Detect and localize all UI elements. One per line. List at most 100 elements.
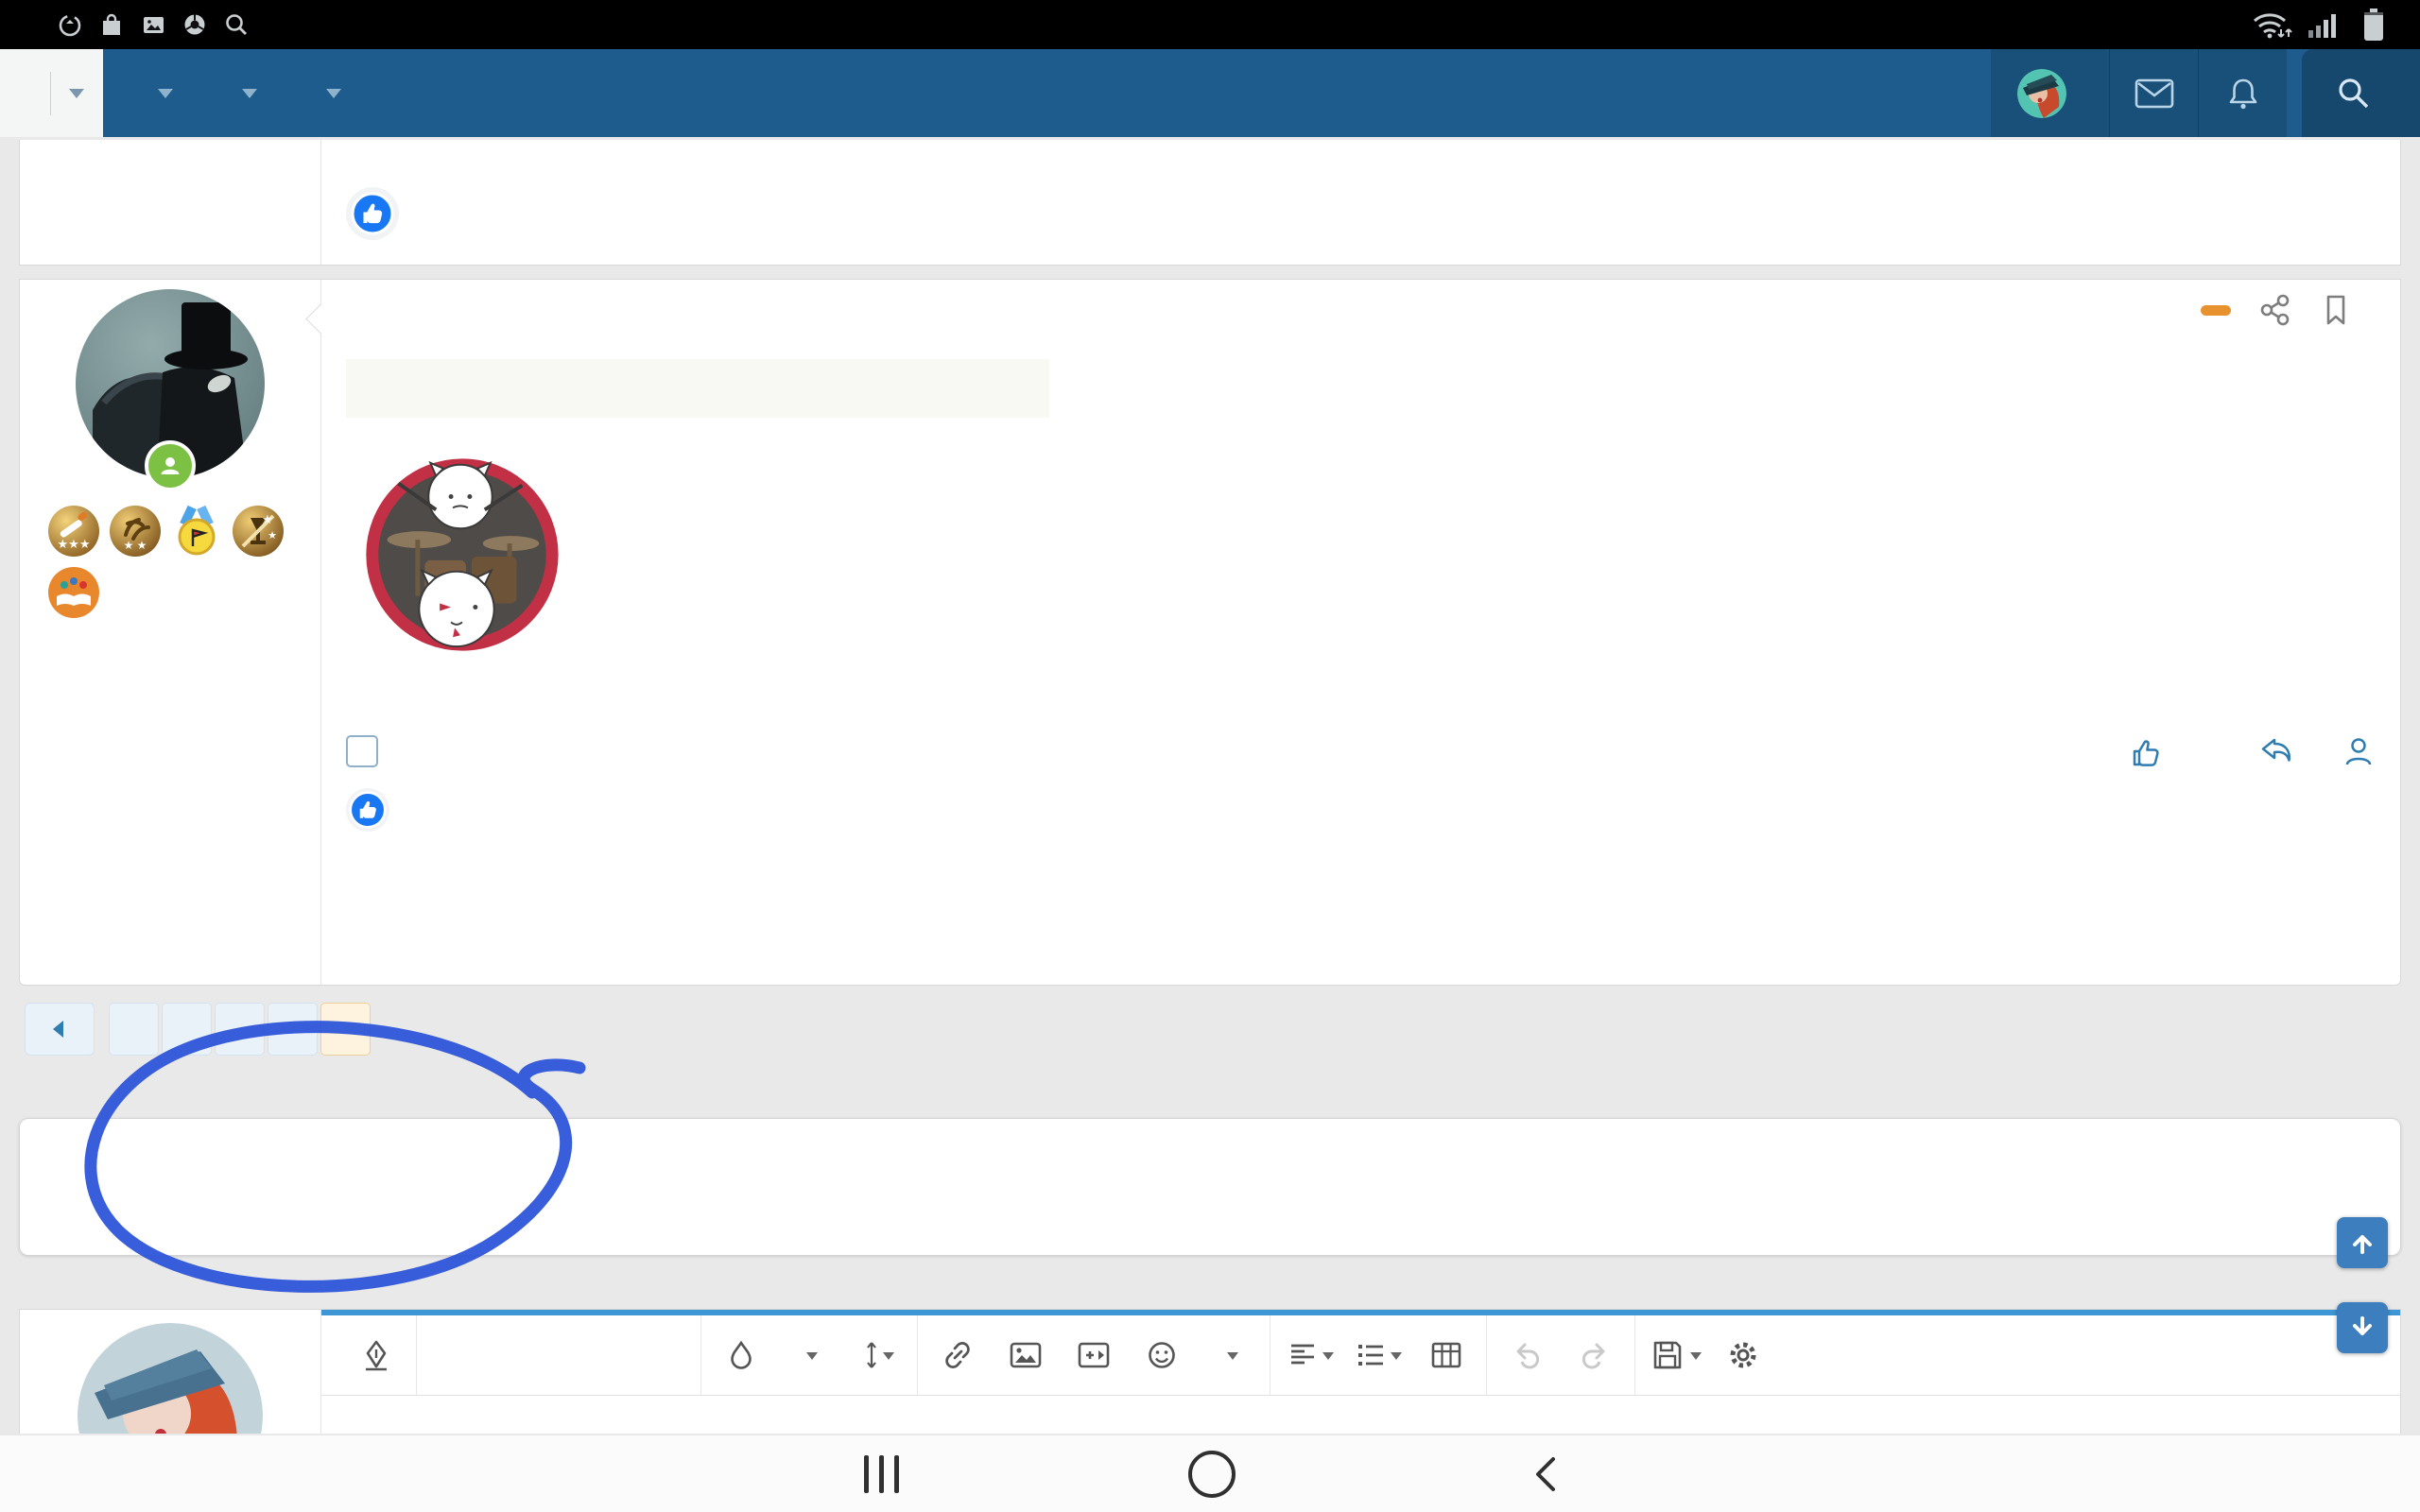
list-button[interactable] [1344,1326,1412,1384]
nav-bar [0,49,2420,137]
tab-want-to-smoke[interactable] [369,49,424,137]
recents-icon [864,1455,899,1493]
bookmark-icon[interactable] [2320,293,2352,327]
like-badge-icon [346,187,399,240]
medal-book-club-icon [47,566,100,619]
page-4-button[interactable] [268,1003,318,1056]
font-color-button[interactable] [775,1326,843,1384]
post-96: ★★★ ★ ★ ★★ [19,279,2401,986]
gear-icon [1725,1337,1761,1373]
home-icon [1188,1451,1236,1498]
chevron-down-icon[interactable] [69,89,84,106]
shopping-bag-icon [98,11,125,38]
svg-text:★: ★ [268,530,277,541]
undo-icon [1509,1337,1545,1373]
medal-flag-icon [170,505,223,558]
signature-counter [346,359,1049,418]
author-stats [46,640,305,644]
person-icon[interactable] [2342,734,2376,768]
underline-button[interactable] [559,1326,627,1384]
page-3-button[interactable] [215,1003,265,1056]
previous-post-partial [19,140,2401,266]
redo-button[interactable] [1561,1326,1629,1384]
select-post-checkbox[interactable] [346,735,378,767]
back-button[interactable] [1480,1435,1613,1512]
rich-text-editor [321,1310,2400,1434]
table-icon [1429,1338,1463,1372]
svg-text:★: ★ [262,512,273,526]
insert-link-button[interactable] [924,1326,992,1384]
pen-nib-icon [358,1337,394,1373]
post-author-sidebar: ★★★ ★ ★ ★★ [20,280,321,985]
floppy-icon [1650,1337,1685,1373]
envelope-icon [2134,77,2175,110]
medal-no-alcohol-icon: ★★ [232,505,285,558]
bold-button[interactable] [423,1326,491,1384]
redo-icon [1577,1337,1613,1373]
account-menu[interactable] [1991,49,2109,137]
page-5-button-current[interactable] [320,1003,371,1056]
link-icon [940,1337,976,1373]
reply-editor-block [19,1309,2401,1434]
italic-button[interactable] [491,1326,559,1384]
like-summary[interactable] [346,187,2379,240]
avatar[interactable] [2017,69,2066,118]
page-1-button[interactable] [109,1003,159,1056]
share-icon[interactable] [2258,293,2292,327]
list-icon [1356,1340,1386,1370]
page-2-button[interactable] [162,1003,212,1056]
arrow-up-icon [2346,1227,2378,1259]
pagination [25,1003,2401,1056]
avatar[interactable] [78,1323,263,1434]
tab-whats-new[interactable] [116,49,200,137]
scroll-to-top-button[interactable] [2337,1217,2388,1268]
back-chevron-icon [1528,1453,1565,1495]
pagination-back-button[interactable] [25,1003,95,1056]
search-status-icon [223,11,250,38]
text-color-button[interactable] [707,1326,775,1384]
font-size-button[interactable] [843,1326,911,1384]
editor-settings-button[interactable] [1709,1326,1777,1384]
android-nav-bar [0,1435,2420,1512]
search-button[interactable] [2302,49,2420,137]
bell-icon [2225,76,2261,112]
insert-media-button[interactable] [1060,1326,1128,1384]
tab-forums[interactable] [0,49,103,137]
like-button[interactable] [2128,733,2173,769]
chevron-down-icon [806,1352,818,1366]
chevron-down-icon [326,89,341,106]
messages-button[interactable] [2109,49,2198,137]
post-header [346,293,2379,327]
editor-text-area[interactable] [321,1396,2400,1434]
post-sidebar [20,140,321,265]
wifi-icon [2252,9,2295,41]
smilies-button[interactable] [1128,1326,1196,1384]
remove-format-button[interactable] [342,1326,410,1384]
arrow-down-icon [2346,1312,2378,1344]
recents-button[interactable] [815,1435,947,1512]
scroll-to-bottom-button[interactable] [2337,1302,2388,1353]
alignment-button[interactable] [1276,1326,1344,1384]
tab-media[interactable] [200,49,285,137]
editor-toolbar [321,1315,2400,1396]
avatar[interactable] [76,289,265,478]
chevron-down-icon [1391,1352,1402,1366]
signature-badge-image [346,438,2379,663]
home-button[interactable] [1146,1435,1278,1512]
drafts-button[interactable] [1641,1326,1709,1384]
tab-users[interactable] [285,49,369,137]
new-badge [2201,305,2231,316]
insert-image-button[interactable] [992,1326,1060,1384]
strikethrough-button[interactable] [627,1326,695,1384]
post-content [321,280,2400,985]
svg-text:★ ★: ★ ★ [124,539,147,552]
reply-button[interactable] [2258,733,2304,769]
like-summary[interactable] [346,788,2379,832]
more-options-button[interactable] [1196,1326,1264,1384]
online-indicator [145,440,196,491]
medal-swirl-icon: ★ ★ [109,505,162,558]
alerts-button[interactable] [2198,49,2287,137]
insert-table-button[interactable] [1412,1326,1480,1384]
reply-arrow-icon [2258,733,2294,769]
undo-button[interactable] [1493,1326,1561,1384]
